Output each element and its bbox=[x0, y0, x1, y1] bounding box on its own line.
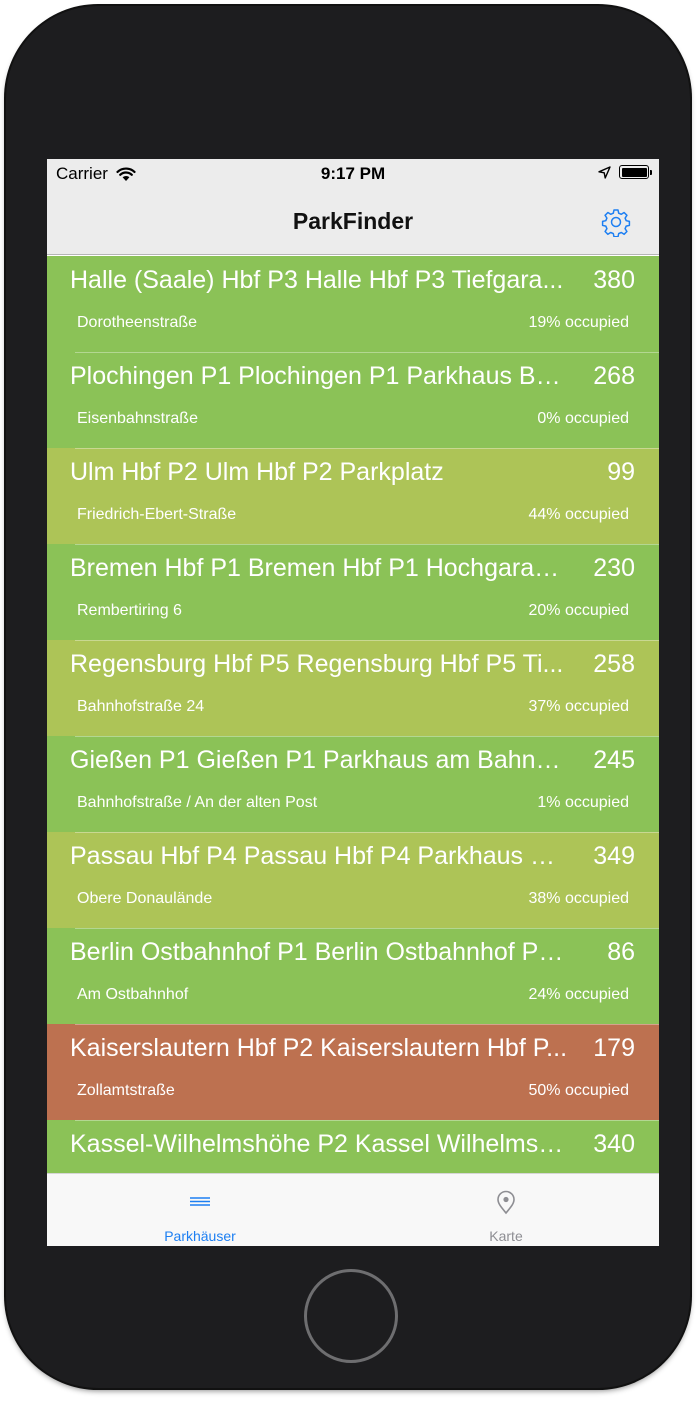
free-spaces-count: 245 bbox=[593, 746, 635, 774]
phone-frame: Carrier 9:17 PM ParkFinder Halle (Saale)… bbox=[6, 6, 690, 1388]
street-address: Bahnhofstraße / An der alten Post bbox=[77, 794, 318, 811]
occupancy-label: 20% occupied bbox=[528, 602, 629, 619]
tab-karte[interactable]: Karte bbox=[353, 1174, 659, 1246]
free-spaces-count: 349 bbox=[593, 842, 635, 870]
tab-label-karte: Karte bbox=[489, 1228, 523, 1244]
tab-bar: Parkhäuser Karte bbox=[47, 1173, 659, 1246]
list-icon bbox=[190, 1197, 210, 1206]
parking-row[interactable]: Berlin Ostbahnhof P1 Berlin Ostbahnhof P… bbox=[47, 928, 659, 1024]
parking-row[interactable]: Gießen P1 Gießen P1 Parkhaus am Bahnhof 2… bbox=[47, 736, 659, 832]
street-address: Rembertiring 6 bbox=[77, 602, 182, 619]
parking-row[interactable]: Kassel-Wilhelmshöhe P2 Kassel Wilhelmsh.… bbox=[47, 1120, 659, 1173]
parking-name: Berlin Ostbahnhof P1 Berlin Ostbahnhof P… bbox=[70, 938, 570, 966]
parking-name: Bremen Hbf P1 Bremen Hbf P1 Hochgarage..… bbox=[70, 554, 570, 582]
parking-row[interactable]: Kaiserslautern Hbf P2 Kaiserslautern Hbf… bbox=[47, 1024, 659, 1120]
parking-name: Gießen P1 Gießen P1 Parkhaus am Bahnhof bbox=[70, 746, 570, 774]
tab-label-parkhaeuser: Parkhäuser bbox=[164, 1228, 236, 1244]
occupancy-label: 37% occupied bbox=[528, 698, 629, 715]
page-title: ParkFinder bbox=[292, 208, 414, 234]
street-address: Bahnhofstraße 24 bbox=[77, 698, 205, 715]
occupancy-label: 0% occupied bbox=[537, 410, 629, 427]
street-address: Am Ostbahnhof bbox=[77, 986, 189, 1003]
home-button[interactable] bbox=[304, 1269, 398, 1363]
parking-name: Halle (Saale) Hbf P3 Halle Hbf P3 Tiefga… bbox=[70, 266, 564, 294]
settings-button[interactable] bbox=[601, 207, 631, 238]
free-spaces-count: 179 bbox=[593, 1034, 635, 1062]
parking-row[interactable]: Passau Hbf P4 Passau Hbf P4 Parkhaus Do.… bbox=[47, 832, 659, 928]
status-right bbox=[598, 165, 652, 179]
gear-icon bbox=[601, 209, 631, 238]
occupancy-label: 38% occupied bbox=[528, 890, 629, 907]
status-time: 9:17 PM bbox=[320, 164, 386, 183]
free-spaces-count: 86 bbox=[607, 938, 635, 966]
parking-row[interactable]: Ulm Hbf P2 Ulm Hbf P2 Parkplatz 99 Friedri… bbox=[47, 448, 659, 544]
parking-row[interactable]: Plochingen P1 Plochingen P1 Parkhaus Bah… bbox=[47, 352, 659, 448]
occupancy-label: 44% occupied bbox=[528, 506, 629, 523]
app-screen: Carrier 9:17 PM ParkFinder Halle (Saale)… bbox=[47, 159, 659, 1246]
parking-name: Kassel-Wilhelmshöhe P2 Kassel Wilhelmsh.… bbox=[70, 1130, 570, 1158]
street-address: Friedrich-Ebert-Straße bbox=[77, 506, 237, 523]
occupancy-label: 19% occupied bbox=[528, 314, 629, 331]
tab-parkhaeuser[interactable]: Parkhäuser bbox=[47, 1174, 353, 1246]
parking-name: Passau Hbf P4 Passau Hbf P4 Parkhaus Do.… bbox=[70, 842, 570, 870]
parking-list[interactable]: Halle (Saale) Hbf P3 Halle Hbf P3 Tiefga… bbox=[47, 256, 659, 1173]
parking-name: Plochingen P1 Plochingen P1 Parkhaus Bah… bbox=[70, 362, 570, 390]
street-address: Dorotheenstraße bbox=[77, 314, 198, 331]
free-spaces-count: 258 bbox=[593, 650, 635, 678]
occupancy-label: 1% occupied bbox=[537, 794, 629, 811]
parking-row[interactable]: Halle (Saale) Hbf P3 Halle Hbf P3 Tiefga… bbox=[47, 256, 659, 352]
navigation-bar: ParkFinder bbox=[47, 189, 659, 255]
free-spaces-count: 230 bbox=[593, 554, 635, 582]
status-bar: Carrier 9:17 PM bbox=[47, 159, 659, 189]
street-address: Zollamtstraße bbox=[77, 1082, 175, 1099]
free-spaces-count: 380 bbox=[593, 266, 635, 294]
map-pin-icon bbox=[497, 1190, 515, 1215]
free-spaces-count: 340 bbox=[593, 1130, 635, 1158]
battery-icon bbox=[619, 165, 652, 179]
parking-row[interactable]: Bremen Hbf P1 Bremen Hbf P1 Hochgarage..… bbox=[47, 544, 659, 640]
location-arrow-icon bbox=[598, 165, 611, 179]
parking-name: Kaiserslautern Hbf P2 Kaiserslautern Hbf… bbox=[70, 1034, 568, 1062]
free-spaces-count: 99 bbox=[607, 458, 635, 486]
free-spaces-count: 268 bbox=[593, 362, 635, 390]
occupancy-label: 24% occupied bbox=[528, 986, 629, 1003]
parking-name: Ulm Hbf P2 Ulm Hbf P2 Parkplatz bbox=[70, 458, 444, 486]
parking-name: Regensburg Hbf P5 Regensburg Hbf P5 Ti..… bbox=[70, 650, 564, 678]
occupancy-label: 50% occupied bbox=[528, 1082, 629, 1099]
parking-row[interactable]: Regensburg Hbf P5 Regensburg Hbf P5 Ti..… bbox=[47, 640, 659, 736]
street-address: Eisenbahnstraße bbox=[77, 410, 198, 427]
street-address: Obere Donaulände bbox=[77, 890, 213, 907]
